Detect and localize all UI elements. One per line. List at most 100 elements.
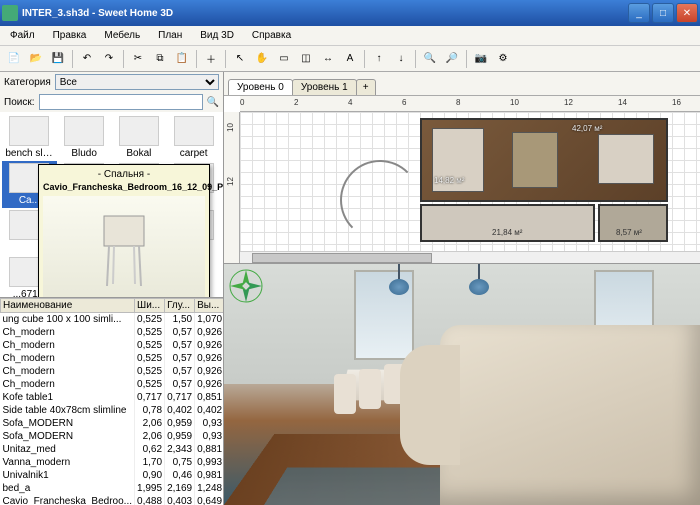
plan-room-hall[interactable]: 21,84 м²: [420, 204, 595, 242]
level-down-button[interactable]: ↓: [391, 49, 411, 69]
dimension-tool[interactable]: ↔: [318, 49, 338, 69]
table-row[interactable]: Ch_modern0,5250,570,926: [1, 326, 224, 339]
catalog-item[interactable]: Bokal: [112, 114, 167, 161]
copy-button[interactable]: ⧉: [150, 49, 170, 69]
table-row[interactable]: ung cube 100 x 100 simli...0,5251,501,07…: [1, 313, 224, 327]
text-tool[interactable]: A: [340, 49, 360, 69]
ruler-vertical: 1012: [224, 112, 240, 263]
catalog-item[interactable]: carpet: [166, 114, 221, 161]
catalog-item[interactable]: bench slimli...: [2, 114, 57, 161]
plan-canvas[interactable]: 14,82 м² 42,07 м² 21,84 м² 8,57 м²: [240, 112, 700, 251]
plan-scrollbar-h[interactable]: [240, 251, 700, 263]
cell-name: Vanna_modern: [1, 456, 135, 469]
ruler-tick: 14: [618, 98, 627, 107]
table-header[interactable]: Наименование: [1, 299, 135, 313]
titlebar: INTER_3.sh3d - Sweet Home 3D _ □ ✕: [0, 0, 700, 26]
paste-button[interactable]: 📋: [172, 49, 192, 69]
tab-level-0[interactable]: Уровень 0: [228, 79, 293, 95]
table-row[interactable]: Ch_modern0,5250,570,926: [1, 365, 224, 378]
cell-height: 0,881: [195, 443, 223, 456]
cell-width: 0,90: [135, 469, 165, 482]
cell-width: 0,525: [135, 339, 165, 352]
zoom-out-button[interactable]: 🔍: [420, 49, 440, 69]
cell-depth: 0,57: [165, 339, 195, 352]
table-row[interactable]: Kofe table10,7170,7170,851: [1, 391, 224, 404]
table-row[interactable]: Ch_modern0,5250,570,926: [1, 339, 224, 352]
pan-tool[interactable]: ✋: [252, 49, 272, 69]
room-tool[interactable]: ◫: [296, 49, 316, 69]
level-up-button[interactable]: ↑: [369, 49, 389, 69]
table-header[interactable]: Вы...: [195, 299, 223, 313]
menu-plan[interactable]: План: [152, 28, 188, 43]
open-button[interactable]: 📂: [26, 49, 46, 69]
tab-level-1[interactable]: Уровень 1: [292, 79, 357, 95]
cell-name: ung cube 100 x 100 simli...: [1, 313, 135, 327]
search-icon[interactable]: 🔍: [207, 97, 219, 108]
furniture-table[interactable]: НаименованиеШи...Глу...Вы...Види... ung …: [0, 298, 223, 505]
menubar: Файл Правка Мебель План Вид 3D Справка: [0, 26, 700, 46]
new-button[interactable]: 📄: [4, 49, 24, 69]
menu-file[interactable]: Файл: [4, 28, 41, 43]
search-input[interactable]: [39, 94, 203, 110]
tab-add-level[interactable]: +: [356, 79, 376, 95]
window-title: INTER_3.sh3d - Sweet Home 3D: [22, 8, 626, 19]
cell-depth: 1,50: [165, 313, 195, 327]
cell-name: Ch_modern: [1, 326, 135, 339]
menu-edit[interactable]: Правка: [47, 28, 93, 43]
cell-depth: 0,46: [165, 469, 195, 482]
photo-button[interactable]: 📷: [471, 49, 491, 69]
save-button[interactable]: 💾: [48, 49, 68, 69]
cell-width: 0,78: [135, 404, 165, 417]
cut-button[interactable]: ✂: [128, 49, 148, 69]
catalog-thumb: [174, 116, 214, 146]
cell-width: 2,06: [135, 430, 165, 443]
table-row[interactable]: Side table 40x78cm slimline0,780,4020,40…: [1, 404, 224, 417]
table-row[interactable]: Unitaz_med0,622,3430,881: [1, 443, 224, 456]
table-header[interactable]: Ши...: [135, 299, 165, 313]
zoom-in-button[interactable]: 🔎: [442, 49, 462, 69]
table-row[interactable]: Sofa_MODERN2,060,9590,93: [1, 417, 224, 430]
ruler-tick: 10: [226, 123, 235, 132]
plan-furniture[interactable]: [598, 134, 654, 184]
add-furniture-button[interactable]: ＋: [201, 49, 221, 69]
plan-area-label: 8,57 м²: [616, 228, 642, 237]
plan-room-bath[interactable]: 8,57 м²: [598, 204, 668, 242]
redo-button[interactable]: ↷: [99, 49, 119, 69]
level-tabs: Уровень 0 Уровень 1 +: [224, 72, 700, 96]
category-select[interactable]: Все: [55, 74, 219, 90]
table-row[interactable]: Ch_modern0,5250,570,926: [1, 378, 224, 391]
undo-button[interactable]: ↶: [77, 49, 97, 69]
table-row[interactable]: Univalnik10,900,460,981: [1, 469, 224, 482]
cell-depth: 0,717: [165, 391, 195, 404]
maximize-button[interactable]: □: [652, 3, 674, 23]
cell-depth: 2,169: [165, 482, 195, 495]
minimize-button[interactable]: _: [628, 3, 650, 23]
cell-depth: 0,402: [165, 404, 195, 417]
table-row[interactable]: Sofa_MODERN2,060,9590,93: [1, 430, 224, 443]
plan-furniture[interactable]: [512, 132, 558, 188]
cell-width: 0,62: [135, 443, 165, 456]
table-row[interactable]: bed_a1,9952,1691,248: [1, 482, 224, 495]
view-3d[interactable]: [224, 264, 700, 505]
compass-icon[interactable]: [228, 268, 264, 304]
close-button[interactable]: ✕: [676, 3, 698, 23]
table-header[interactable]: Глу...: [165, 299, 195, 313]
table-row[interactable]: Ch_modern0,5250,570,926: [1, 352, 224, 365]
settings-button[interactable]: ⚙: [493, 49, 513, 69]
catalog-item[interactable]: Bludo: [57, 114, 112, 161]
cell-width: 0,525: [135, 365, 165, 378]
ruler-tick: 0: [240, 98, 244, 107]
table-row[interactable]: Cavio_Francheska_Bedroo...0,4880,4030,64…: [1, 495, 224, 505]
cell-height: 1,248: [195, 482, 223, 495]
menu-furniture[interactable]: Мебель: [98, 28, 146, 43]
table-row[interactable]: Vanna_modern1,700,750,993: [1, 456, 224, 469]
cell-name: Unitaz_med: [1, 443, 135, 456]
select-tool[interactable]: ↖: [230, 49, 250, 69]
ruler-tick: 16: [672, 98, 681, 107]
menu-help[interactable]: Справка: [246, 28, 297, 43]
cell-name: Cavio_Francheska_Bedroo...: [1, 495, 135, 505]
plan-room-living[interactable]: 14,82 м² 42,07 м²: [420, 118, 668, 202]
wall-tool[interactable]: ▭: [274, 49, 294, 69]
menu-3dview[interactable]: Вид 3D: [194, 28, 240, 43]
plan-view[interactable]: 0246810121416 1012 14,82 м² 42,07 м² 21,…: [224, 96, 700, 264]
